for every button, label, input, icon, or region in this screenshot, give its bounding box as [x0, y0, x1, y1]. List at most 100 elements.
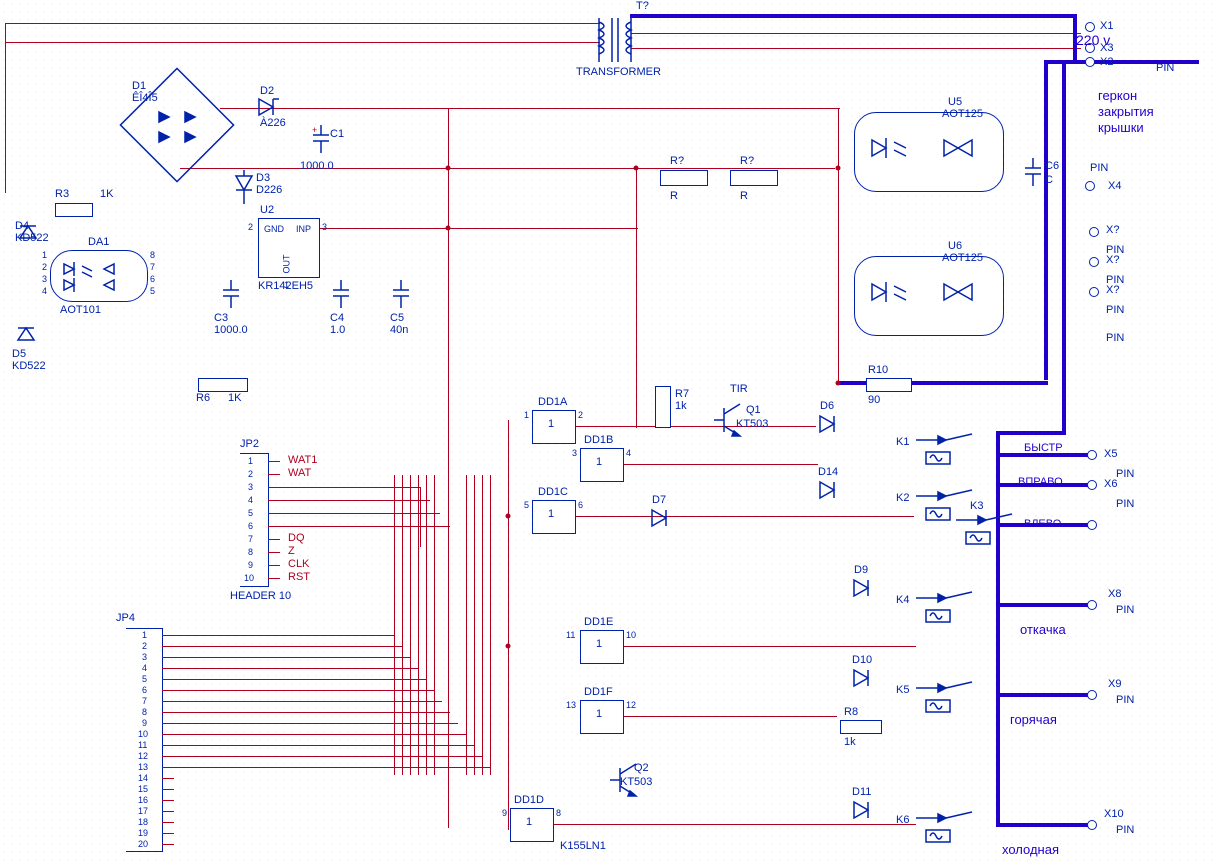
dd1d-part: K155LN1	[560, 840, 606, 852]
c4-val: 1.0	[330, 324, 345, 336]
q1-ref: Q1	[746, 404, 761, 416]
d9-ref: D9	[854, 564, 868, 576]
r10-ref: R10	[868, 364, 888, 376]
wire-dd1b-out	[622, 464, 818, 465]
u2-inp: INP	[296, 224, 311, 234]
c4-symbol	[330, 280, 352, 310]
jp4-b1	[174, 635, 394, 636]
relay-k3	[956, 512, 1026, 548]
bus-j1	[996, 431, 1066, 435]
d11-symbol	[850, 800, 880, 820]
u2-gnd: GND	[264, 224, 284, 234]
d9-symbol	[850, 578, 880, 598]
jp2-w3	[280, 487, 420, 488]
d1-ref: D1	[132, 80, 146, 92]
gerkon1: геркон	[1098, 88, 1137, 103]
transformer-name: TRANSFORMER	[576, 66, 661, 78]
jp4-vb9	[482, 475, 483, 775]
c1-ref: C1	[330, 128, 344, 140]
u2-out: OUT	[282, 255, 292, 274]
x6-pin	[1087, 480, 1097, 490]
jp2-w5	[280, 513, 440, 514]
bus-x8	[996, 603, 1091, 607]
xq3	[1089, 287, 1099, 297]
k4-ref: K4	[896, 594, 909, 606]
dd1b-v: 1	[596, 456, 602, 468]
r8-body	[840, 720, 882, 734]
c5-symbol	[390, 280, 412, 310]
c3-ref: C3	[214, 312, 228, 324]
jp4-vb6	[434, 475, 435, 775]
d4-val: KD522	[15, 232, 49, 244]
k3-ref: K3	[970, 500, 983, 512]
wire-636	[636, 168, 637, 428]
d11-ref: D11	[852, 786, 871, 798]
c6-val: C	[1045, 174, 1053, 186]
wire-top-l	[5, 23, 600, 24]
dd1c-v: 1	[548, 508, 554, 520]
r3-val: 1K	[100, 188, 113, 200]
jp4-vb5	[426, 475, 427, 775]
jp4-vb1	[394, 475, 395, 775]
d3-ref: D3	[256, 172, 270, 184]
wire-u2-out	[318, 228, 638, 229]
dd1d-v: 1	[526, 816, 532, 828]
wire-dd1d-out	[552, 824, 916, 825]
rql-ref: R?	[670, 155, 684, 167]
mains-label: 220 v	[1076, 32, 1110, 48]
jp4-ref: JP4	[116, 612, 135, 624]
r3-ref: R3	[55, 188, 69, 200]
c1-symbol: +	[310, 125, 332, 155]
c5-ref: C5	[390, 312, 404, 324]
wire-top-r2	[631, 48, 1081, 49]
relay-k1	[916, 432, 986, 468]
x2-pin	[1085, 57, 1095, 67]
wire-dd1c-out	[574, 516, 914, 517]
rql-body	[660, 170, 708, 186]
r10-val: 90	[868, 394, 880, 406]
jp2-w4	[280, 500, 430, 501]
wire-from-bridge	[220, 108, 840, 109]
jp4-vb4	[418, 475, 419, 775]
bus-right-down	[1062, 382, 1066, 432]
xleft-pin	[1087, 520, 1097, 530]
dd1b-ref: DD1B	[584, 434, 613, 446]
dd1e-v: 1	[596, 638, 602, 650]
c3-symbol	[220, 280, 242, 310]
jp4-b10	[174, 734, 466, 735]
r6-val: 1K	[228, 392, 241, 404]
tir-net: TIR	[730, 383, 748, 395]
d7-symbol	[648, 508, 682, 528]
d5-symbol	[16, 320, 36, 350]
jp2-w6	[280, 526, 450, 527]
u6-inside	[864, 270, 992, 320]
r10-body	[866, 378, 912, 392]
bus-right-main2	[1062, 60, 1066, 385]
gerkon3: крышки	[1098, 120, 1144, 135]
jp2-body	[240, 453, 269, 587]
xq1	[1089, 227, 1099, 237]
c6-ref: C6	[1045, 160, 1059, 172]
jp2-v	[420, 487, 421, 547]
jp4-b8	[174, 712, 450, 713]
d4-ref: D4	[15, 220, 29, 232]
r6-ref: R6	[196, 392, 210, 404]
bus-to-relays	[838, 381, 1008, 385]
da1-ref: DA1	[88, 236, 109, 248]
x5-pin	[1087, 450, 1097, 460]
wire-dd1a-out	[574, 426, 816, 427]
r3-body	[55, 203, 93, 217]
u6-part: AOT125	[942, 252, 983, 264]
q1-part: KT503	[736, 418, 768, 430]
svg-text:+: +	[312, 125, 317, 135]
jp4-b4	[174, 668, 418, 669]
rqr-body	[730, 170, 778, 186]
da1-inside	[58, 256, 138, 294]
k1-ref: K1	[896, 436, 909, 448]
da1-part: AOT101	[60, 304, 101, 316]
c4-ref: C4	[330, 312, 344, 324]
wire-dd1f-out	[622, 716, 837, 717]
x10-pin	[1087, 820, 1097, 830]
bus-x9	[996, 693, 1091, 697]
r7-body	[655, 386, 671, 428]
